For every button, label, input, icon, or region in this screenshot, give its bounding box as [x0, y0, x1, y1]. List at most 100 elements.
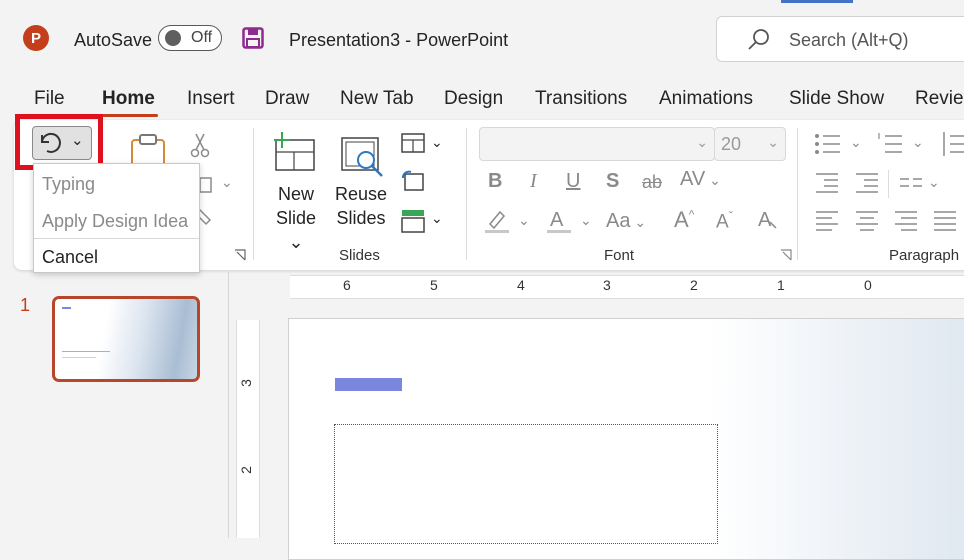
layout-icon[interactable]: [401, 133, 425, 153]
cut-icon[interactable]: [190, 132, 210, 158]
font-color-icon[interactable]: A: [546, 208, 572, 234]
slide-number: 1: [20, 295, 31, 315]
shrink-font-label: A: [716, 211, 729, 233]
horizontal-ruler: 6 5 4 3 2 1 0: [290, 275, 964, 299]
undo-cancel[interactable]: Cancel: [42, 247, 98, 268]
document-title: Presentation3 - PowerPoint: [289, 30, 509, 50]
character-spacing-label: AV: [680, 168, 706, 190]
underline-button[interactable]: U: [566, 170, 580, 193]
tab-animations[interactable]: Animations: [659, 88, 753, 110]
columns-icon[interactable]: [900, 176, 922, 190]
svg-text:A: A: [550, 209, 564, 231]
section-chevron-icon[interactable]: ⌄: [431, 210, 443, 227]
copy-dropdown-chevron-icon[interactable]: ⌄: [221, 174, 233, 191]
search-placeholder: Search (Alt+Q): [789, 30, 909, 50]
change-case-button[interactable]: Aa ⌄: [606, 210, 646, 233]
slide-thumbnail[interactable]: [52, 296, 200, 382]
paragraph-group-label: Paragraph: [889, 247, 960, 264]
grow-font-label: A: [674, 207, 689, 232]
font-group-label: Font: [604, 247, 635, 264]
bullets-icon[interactable]: [814, 132, 842, 156]
reuse-slides-label-2: Slides: [336, 208, 386, 228]
copy-icon[interactable]: [198, 176, 214, 194]
autosave-label: AutoSave: [74, 30, 153, 50]
new-slide-button[interactable]: New Slide ⌄: [266, 182, 326, 254]
tab-draw[interactable]: Draw: [265, 88, 309, 110]
menu-divider: [34, 238, 199, 239]
ruler-mark: 2: [237, 466, 254, 474]
reuse-slides-icon[interactable]: [340, 136, 386, 180]
align-right-icon[interactable]: [895, 210, 919, 232]
font-size-chevron-icon[interactable]: ⌄: [767, 134, 779, 151]
ruler-mark: 4: [517, 277, 525, 293]
strikethrough-button[interactable]: ab: [642, 172, 662, 193]
paragraph-divider: [888, 170, 889, 198]
thumb-text-line: [62, 351, 110, 352]
tab-review[interactable]: Revie: [915, 88, 964, 110]
save-icon[interactable]: [242, 27, 264, 49]
vertical-ruler: 3 2: [236, 320, 260, 538]
tab-slide-show[interactable]: Slide Show: [789, 88, 884, 110]
ruler-mark: 1: [777, 277, 785, 293]
section-icon[interactable]: [401, 209, 425, 233]
tab-new-tab[interactable]: New Tab: [340, 88, 414, 110]
tab-design[interactable]: Design: [444, 88, 503, 110]
bullets-chevron-icon[interactable]: ⌄: [850, 134, 862, 151]
tab-transitions[interactable]: Transitions: [535, 88, 627, 110]
font-name-combo[interactable]: ⌄: [479, 127, 715, 161]
ruler-mark: 3: [603, 277, 611, 293]
autosave-toggle[interactable]: Off: [158, 25, 222, 51]
tab-file[interactable]: File: [34, 88, 65, 110]
highlighter-icon[interactable]: [484, 208, 510, 234]
tab-home[interactable]: Home: [102, 88, 155, 110]
new-slide-label-1: New: [277, 184, 314, 204]
new-slide-label-2: Slide ⌄: [275, 208, 317, 252]
reset-slide-icon[interactable]: [401, 170, 425, 192]
pane-divider: [228, 272, 229, 538]
undo-history-menu: Typing Apply Design Idea Cancel: [33, 163, 200, 273]
tab-insert[interactable]: Insert: [187, 88, 235, 110]
ruler-mark: 5: [430, 277, 438, 293]
reuse-slides-button[interactable]: Reuse Slides: [334, 182, 388, 230]
bold-button[interactable]: B: [488, 170, 502, 193]
group-divider: [253, 128, 254, 260]
search-input[interactable]: Search (Alt+Q): [716, 16, 964, 62]
text-shadow-button[interactable]: S: [606, 170, 619, 193]
toggle-knob: [165, 30, 181, 46]
layout-chevron-icon[interactable]: ⌄: [431, 134, 443, 151]
font-name-chevron-icon[interactable]: ⌄: [696, 134, 708, 151]
italic-button[interactable]: I: [530, 170, 537, 193]
change-case-label: Aa: [606, 210, 631, 232]
svg-text:A: A: [758, 209, 772, 231]
ruler-mark: 0: [864, 277, 872, 293]
columns-chevron-icon[interactable]: ⌄: [928, 174, 940, 191]
autosave-state: Off: [191, 29, 213, 46]
group-divider: [797, 128, 798, 260]
title-accent-shape[interactable]: [335, 378, 402, 391]
line-spacing-icon[interactable]: [940, 130, 964, 158]
align-center-icon[interactable]: [856, 210, 880, 232]
font-dialog-launcher-icon[interactable]: [780, 249, 792, 261]
clear-formatting-icon[interactable]: A: [756, 208, 782, 234]
text-placeholder[interactable]: [334, 424, 718, 544]
align-left-icon[interactable]: [816, 210, 840, 232]
new-slide-icon[interactable]: [272, 132, 318, 174]
shrink-font-button[interactable]: Aˇ: [716, 209, 733, 233]
undo-item-typing[interactable]: Typing: [42, 174, 95, 195]
search-icon: [748, 29, 769, 50]
increase-indent-icon[interactable]: [854, 172, 880, 194]
numbering-chevron-icon[interactable]: ⌄: [912, 134, 924, 151]
font-size-combo[interactable]: 20 ⌄: [714, 127, 786, 161]
undo-item-apply-design-idea[interactable]: Apply Design Idea: [42, 211, 188, 232]
decrease-indent-icon[interactable]: [814, 172, 840, 194]
font-color-chevron-icon[interactable]: ⌄: [580, 212, 592, 229]
top-accent: [781, 0, 853, 3]
character-spacing-button[interactable]: AV ⌄: [680, 168, 721, 191]
dialog-launcher-icon[interactable]: [234, 249, 246, 261]
thumb-title-mark: [62, 307, 71, 309]
undo-highlight-box: [15, 114, 103, 170]
justify-icon[interactable]: [934, 210, 958, 232]
numbering-icon[interactable]: [876, 132, 904, 156]
grow-font-button[interactable]: A^: [674, 207, 694, 233]
highlighter-chevron-icon[interactable]: ⌄: [518, 212, 530, 229]
